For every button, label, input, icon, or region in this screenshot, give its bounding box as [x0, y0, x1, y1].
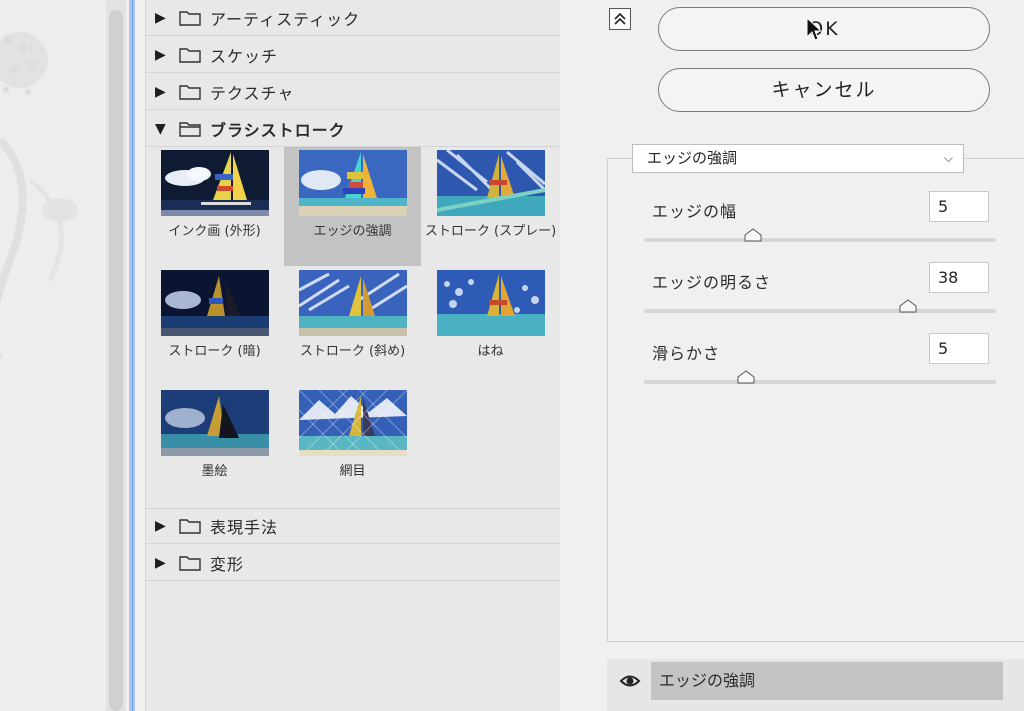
edge-width-input[interactable]: 5	[929, 191, 989, 222]
filter-thumbnail	[437, 270, 545, 336]
category-label: テクスチャ	[210, 83, 295, 103]
expand-triangle-icon[interactable]: ▶	[155, 10, 173, 26]
image-preview	[0, 0, 106, 711]
smoothness-label: 滑らかさ	[652, 344, 721, 363]
cancel-button[interactable]: キャンセル	[658, 68, 990, 112]
folder-icon	[179, 84, 201, 100]
filter-thumbnail	[161, 390, 269, 456]
filter-name: 墨絵	[201, 464, 228, 479]
filter-select-dropdown[interactable]: エッジの強調 ⌵	[632, 144, 964, 173]
category-artistic[interactable]: ▶ アーティスティック	[146, 0, 560, 36]
ok-button[interactable]: OK	[658, 7, 990, 51]
category-label: ブラシストローク	[210, 120, 346, 140]
expand-triangle-icon[interactable]: ▶	[155, 555, 173, 571]
preview-image	[0, 0, 106, 711]
edge-width-slider[interactable]	[644, 228, 996, 242]
folder-icon	[179, 555, 201, 571]
filter-thumbnail	[299, 390, 407, 456]
smoothness-slider[interactable]	[644, 370, 996, 384]
filter-thumbnail	[299, 270, 407, 336]
filter-spatter-strokes[interactable]: ストローク (スプレー)	[422, 147, 559, 266]
filter-name: はね	[477, 344, 504, 359]
folder-icon	[179, 10, 201, 26]
expand-triangle-icon[interactable]: ▶	[155, 47, 173, 63]
filter-ink-outlines[interactable]: インク画 (外形)	[146, 147, 283, 266]
folder-icon	[179, 47, 201, 63]
edge-brightness-input[interactable]: 38	[929, 262, 989, 293]
category-stylize[interactable]: ▶ 表現手法	[146, 508, 560, 544]
category-brush-strokes[interactable]: ▼ ブラシストローク	[146, 111, 560, 147]
category-label: 変形	[210, 554, 245, 574]
collapse-triangle-icon[interactable]: ▼	[155, 121, 173, 137]
visibility-eye-icon[interactable]	[613, 662, 647, 700]
double-chevron-up-icon	[614, 12, 626, 25]
preview-scrollbar[interactable]	[106, 0, 126, 711]
filter-name: ストローク (暗)	[168, 344, 261, 359]
filter-name: 網目	[339, 464, 366, 479]
filter-spatter[interactable]: はね	[422, 267, 559, 386]
settings-panel: OK キャンセル エッジの強調 ⌵ エッジの幅 5 エッジの明るさ 38 滑らか…	[560, 0, 1024, 711]
slider-knob[interactable]	[744, 228, 762, 242]
filter-crosshatch[interactable]: 網目	[284, 387, 421, 506]
category-distort[interactable]: ▶ 変形	[146, 545, 560, 581]
effect-layer-row[interactable]: エッジの強調	[607, 662, 1003, 700]
chevron-down-icon: ⌵	[943, 151, 953, 165]
mouse-pointer-icon	[806, 17, 822, 41]
filter-thumbnail	[437, 150, 545, 216]
panel-divider[interactable]	[129, 0, 135, 711]
expand-triangle-icon[interactable]: ▶	[155, 518, 173, 534]
filter-dark-strokes[interactable]: ストローク (暗)	[146, 267, 283, 386]
filter-thumbnail	[299, 150, 407, 216]
filter-name: インク画 (外形)	[168, 224, 261, 239]
scrollbar-thumb[interactable]	[109, 10, 123, 711]
brush-filter-thumbnails: インク画 (外形) エッジの強調 ストローク (スプレー) ストローク (暗)	[146, 147, 560, 507]
slider-knob[interactable]	[737, 370, 755, 384]
category-texture[interactable]: ▶ テクスチャ	[146, 74, 560, 110]
category-sketch[interactable]: ▶ スケッチ	[146, 37, 560, 73]
collapse-gallery-button[interactable]	[609, 8, 631, 30]
folder-icon	[179, 518, 201, 534]
filter-name: ストローク (スプレー)	[424, 224, 557, 239]
edge-brightness-slider[interactable]	[644, 299, 996, 313]
filter-name: ストローク (斜め)	[299, 344, 406, 359]
edge-width-label: エッジの幅	[652, 202, 738, 221]
smoothness-input[interactable]: 5	[929, 333, 989, 364]
edge-brightness-label: エッジの明るさ	[652, 273, 772, 292]
filter-name: エッジの強調	[313, 224, 392, 239]
filter-accented-edges[interactable]: エッジの強調	[284, 147, 421, 266]
category-label: アーティスティック	[210, 9, 361, 29]
filter-gallery-list: ▶ アーティスティック ▶ スケッチ ▶ テクスチャ ▼ ブラシストローク イン…	[145, 0, 560, 711]
filter-thumbnail	[161, 150, 269, 216]
category-label: 表現手法	[210, 518, 279, 537]
open-folder-icon	[179, 121, 201, 137]
divider-line	[132, 0, 133, 711]
filter-angled-strokes[interactable]: ストローク (斜め)	[284, 267, 421, 386]
filter-sumi-e[interactable]: 墨絵	[146, 387, 283, 506]
category-label: スケッチ	[210, 46, 279, 66]
slider-knob[interactable]	[899, 299, 917, 313]
effect-layer-name: エッジの強調	[651, 662, 1003, 700]
filter-settings-group	[607, 158, 1024, 642]
filter-thumbnail	[161, 270, 269, 336]
expand-triangle-icon[interactable]: ▶	[155, 84, 173, 100]
selected-filter-value: エッジの強調	[647, 149, 738, 167]
